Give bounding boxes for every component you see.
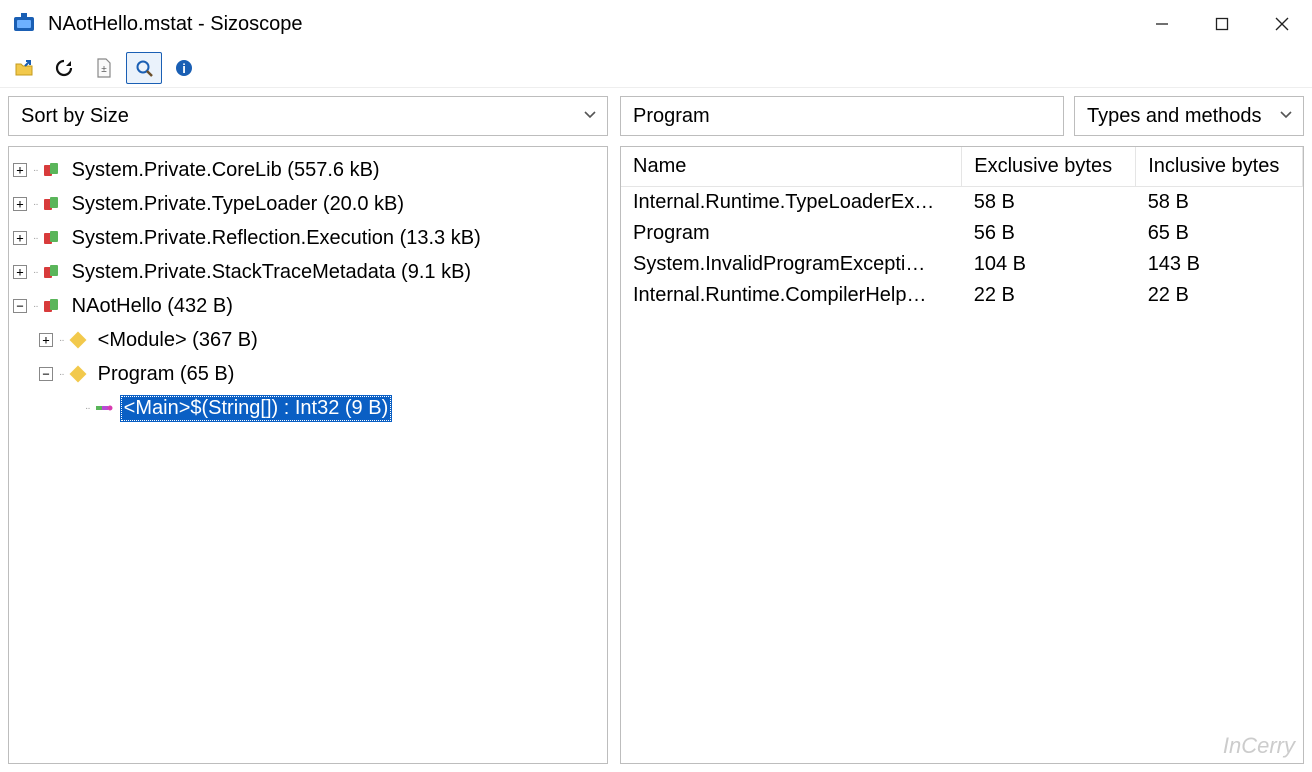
svg-text:±: ± bbox=[101, 64, 107, 75]
window-controls bbox=[1132, 0, 1312, 48]
column-inclusive[interactable]: Inclusive bytes bbox=[1136, 147, 1303, 187]
cell-name: System.InvalidProgramExcepti… bbox=[621, 249, 962, 280]
expand-icon[interactable]: + bbox=[13, 231, 27, 245]
close-button[interactable] bbox=[1252, 0, 1312, 48]
collapse-icon[interactable]: − bbox=[39, 367, 53, 381]
content-area: Sort by Size +··System.Private.CoreLib (… bbox=[0, 88, 1312, 772]
assembly-icon bbox=[42, 228, 62, 248]
open-file-button[interactable] bbox=[6, 52, 42, 84]
expand-icon[interactable]: + bbox=[13, 265, 27, 279]
cell-inclusive: 22 B bbox=[1136, 280, 1303, 311]
tree-item-label: <Module> (367 B) bbox=[94, 327, 262, 354]
titlebar: NAotHello.mstat - Sizoscope bbox=[0, 0, 1312, 48]
table-row[interactable]: Program56 B65 B bbox=[621, 218, 1303, 249]
tree-item-label: System.Private.TypeLoader (20.0 kB) bbox=[68, 191, 408, 218]
tree-item-label: System.Private.StackTraceMetadata (9.1 k… bbox=[68, 259, 475, 286]
assembly-icon bbox=[42, 160, 62, 180]
cell-inclusive: 65 B bbox=[1136, 218, 1303, 249]
svg-text:i: i bbox=[182, 61, 186, 76]
filter-dropdown-label: Types and methods bbox=[1087, 105, 1262, 128]
tree-item[interactable]: −··NAotHello (432 B) bbox=[13, 289, 603, 323]
tree-item[interactable]: +··System.Private.StackTraceMetadata (9.… bbox=[13, 255, 603, 289]
chevron-down-icon bbox=[583, 105, 597, 128]
cell-exclusive: 56 B bbox=[962, 218, 1136, 249]
column-name[interactable]: Name bbox=[621, 147, 962, 187]
right-pane: Program Types and methods Name Exclusive… bbox=[620, 96, 1304, 764]
class-icon bbox=[68, 330, 88, 350]
cell-exclusive: 58 B bbox=[962, 187, 1136, 219]
table-row[interactable]: System.InvalidProgramExcepti…104 B143 B bbox=[621, 249, 1303, 280]
cell-name: Internal.Runtime.CompilerHelp… bbox=[621, 280, 962, 311]
tree-item-label: NAotHello (432 B) bbox=[68, 293, 237, 320]
minimize-button[interactable] bbox=[1132, 0, 1192, 48]
cell-name: Internal.Runtime.TypeLoaderEx… bbox=[621, 187, 962, 219]
cell-inclusive: 58 B bbox=[1136, 187, 1303, 219]
expand-icon[interactable]: + bbox=[13, 163, 27, 177]
search-input[interactable]: Program bbox=[620, 96, 1064, 136]
column-exclusive[interactable]: Exclusive bytes bbox=[962, 147, 1136, 187]
refresh-button[interactable] bbox=[46, 52, 82, 84]
method-icon bbox=[94, 398, 114, 418]
tree-item-label: System.Private.Reflection.Execution (13.… bbox=[68, 225, 485, 252]
class-icon bbox=[68, 364, 88, 384]
tree-item-label: <Main>$(String[]) : Int32 (9 B) bbox=[120, 395, 393, 422]
left-pane: Sort by Size +··System.Private.CoreLib (… bbox=[8, 96, 608, 764]
cell-name: Program bbox=[621, 218, 962, 249]
table-row[interactable]: Internal.Runtime.TypeLoaderEx…58 B58 B bbox=[621, 187, 1303, 219]
document-button[interactable]: ± bbox=[86, 52, 122, 84]
table-row[interactable]: Internal.Runtime.CompilerHelp…22 B22 B bbox=[621, 280, 1303, 311]
sort-dropdown[interactable]: Sort by Size bbox=[8, 96, 608, 136]
cell-inclusive: 143 B bbox=[1136, 249, 1303, 280]
tree-item-label: System.Private.CoreLib (557.6 kB) bbox=[68, 157, 384, 184]
info-button[interactable]: i bbox=[166, 52, 202, 84]
search-button[interactable] bbox=[126, 52, 162, 84]
maximize-button[interactable] bbox=[1192, 0, 1252, 48]
filter-dropdown[interactable]: Types and methods bbox=[1074, 96, 1304, 136]
tree-view[interactable]: +··System.Private.CoreLib (557.6 kB)+··S… bbox=[8, 146, 608, 764]
results-table-container: Name Exclusive bytes Inclusive bytes Int… bbox=[620, 146, 1304, 764]
watermark: InCerry bbox=[1223, 733, 1295, 759]
window-title: NAotHello.mstat - Sizoscope bbox=[48, 13, 1132, 36]
expand-icon[interactable]: + bbox=[13, 197, 27, 211]
tree-item[interactable]: +··System.Private.TypeLoader (20.0 kB) bbox=[13, 187, 603, 221]
tree-item[interactable]: −··Program (65 B) bbox=[13, 357, 603, 391]
assembly-icon bbox=[42, 262, 62, 282]
search-input-value: Program bbox=[633, 105, 710, 128]
app-icon bbox=[10, 10, 38, 38]
sort-dropdown-label: Sort by Size bbox=[21, 105, 129, 128]
chevron-down-icon bbox=[1279, 105, 1293, 128]
assembly-icon bbox=[42, 194, 62, 214]
tree-item[interactable]: +··System.Private.Reflection.Execution (… bbox=[13, 221, 603, 255]
assembly-icon bbox=[42, 296, 62, 316]
cell-exclusive: 104 B bbox=[962, 249, 1136, 280]
results-table[interactable]: Name Exclusive bytes Inclusive bytes Int… bbox=[621, 147, 1303, 311]
tree-item[interactable]: +··<Module> (367 B) bbox=[13, 323, 603, 357]
collapse-icon[interactable]: − bbox=[13, 299, 27, 313]
cell-exclusive: 22 B bbox=[962, 280, 1136, 311]
expand-icon[interactable]: + bbox=[39, 333, 53, 347]
toolbar: ± i bbox=[0, 48, 1312, 88]
tree-item[interactable]: +··System.Private.CoreLib (557.6 kB) bbox=[13, 153, 603, 187]
tree-item-label: Program (65 B) bbox=[94, 361, 239, 388]
tree-item[interactable]: ··<Main>$(String[]) : Int32 (9 B) bbox=[13, 391, 603, 425]
